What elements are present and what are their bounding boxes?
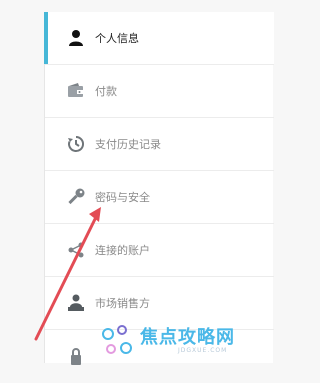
menu-item-payment[interactable]: 付款 [45,65,274,118]
menu-item-label: 密码与安全 [95,191,150,204]
user-icon [65,27,87,49]
active-indicator [44,12,48,64]
menu-item-password-security[interactable]: 密码与安全 [45,171,274,224]
wallet-icon [65,80,87,102]
menu-item-payment-history[interactable]: 支付历史记录 [45,118,274,171]
menu-item-label: 个人信息 [95,32,139,45]
menu-item-label: 支付历史记录 [95,138,161,151]
key-icon [65,186,87,208]
menu-item-connected-accounts[interactable]: 连接的账户 [45,224,274,277]
watermark-text: 焦点攻略网 [140,327,235,348]
share-icon [65,239,87,261]
site-watermark: 焦点攻略网 JDGXUE.COM [100,320,273,363]
settings-sidebar-menu: 个人信息 付款 支付历史记录 密码与安全 连接的账户 市场销售方 [44,12,274,365]
history-icon [65,133,87,155]
menu-item-personal-info[interactable]: 个人信息 [44,12,274,65]
watermark-subtext: JDGXUE.COM [178,347,228,354]
menu-item-label: 连接的账户 [95,244,150,257]
watermark-logo-icon [102,325,132,354]
seller-icon [65,292,87,314]
menu-item-label: 付款 [95,85,117,98]
lock-icon [65,346,87,368]
menu-item-label: 市场销售方 [95,297,150,310]
